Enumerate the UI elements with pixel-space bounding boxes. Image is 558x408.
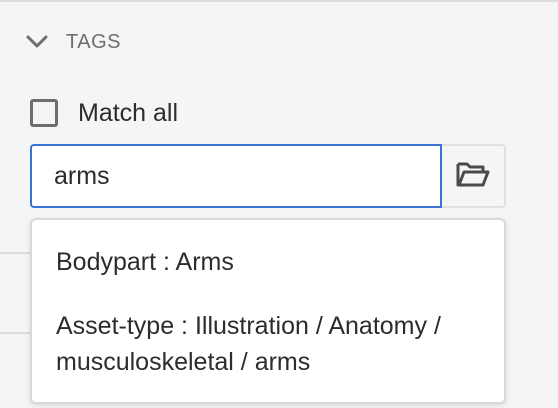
match-all-checkbox[interactable] bbox=[30, 99, 58, 127]
suggestion-item-asset-type-arms[interactable]: Asset-type : Illustration / Anatomy / mu… bbox=[56, 308, 486, 380]
tag-search-input[interactable] bbox=[30, 144, 442, 208]
suggestions-dropdown: Bodypart : Arms Asset-type : Illustratio… bbox=[30, 218, 506, 404]
suggestion-item-bodypart-arms[interactable]: Bodypart : Arms bbox=[56, 244, 486, 280]
match-all-checkbox-row[interactable]: Match all bbox=[30, 96, 178, 130]
chevron-down-icon[interactable] bbox=[26, 31, 48, 53]
top-divider bbox=[0, 0, 558, 2]
tags-section-header[interactable]: TAGS bbox=[26, 28, 121, 56]
tag-picker-button[interactable] bbox=[442, 144, 506, 208]
match-all-label: Match all bbox=[78, 98, 179, 127]
section-title: TAGS bbox=[66, 30, 121, 53]
folder-open-icon bbox=[456, 160, 490, 193]
tags-panel: TAGS Match all Bodypart : Arms Asset-typ… bbox=[0, 0, 558, 408]
